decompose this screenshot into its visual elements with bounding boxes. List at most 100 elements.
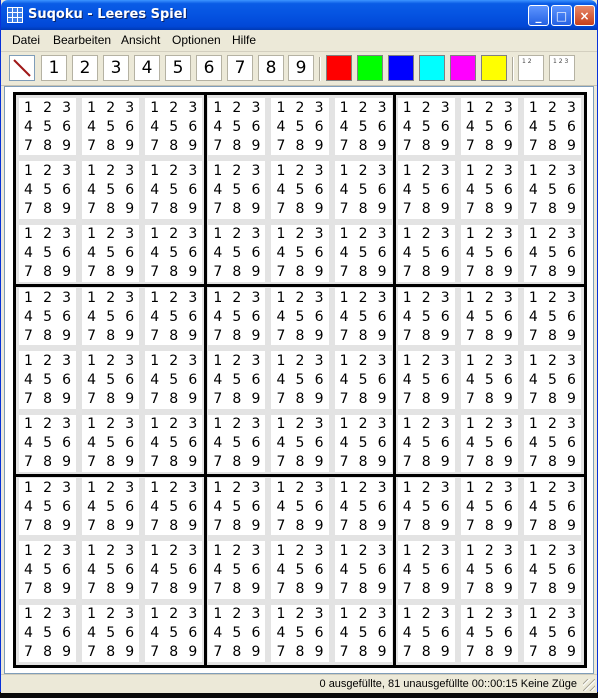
menu-datei[interactable]: Datei [12,33,40,47]
sudoku-cell[interactable]: 123 456 789 [457,538,521,602]
sudoku-cell[interactable]: 123 456 789 [457,95,521,159]
sudoku-cell[interactable]: 123 456 789 [394,158,458,222]
sudoku-cell[interactable]: 123 456 789 [520,95,584,159]
sudoku-cell[interactable]: 123 456 789 [268,221,332,285]
sudoku-cell[interactable]: 123 456 789 [79,221,143,285]
title-bar[interactable]: Suqoku - Leeres Spiel _ □ × [1,0,597,30]
sudoku-cell[interactable]: 123 456 789 [142,285,206,349]
color-cyan-button[interactable] [419,55,445,81]
eraser-slash-icon[interactable] [9,55,35,81]
menu-ansicht[interactable]: Ansicht [121,33,160,47]
minimize-button[interactable]: _ [528,5,549,26]
sudoku-cell[interactable]: 123 456 789 [142,538,206,602]
sudoku-cell[interactable]: 123 456 789 [205,601,269,665]
sudoku-cell[interactable]: 123 456 789 [520,411,584,475]
sudoku-cell[interactable]: 123 456 789 [331,221,395,285]
sudoku-cell[interactable]: 123 456 789 [205,348,269,412]
sudoku-cell[interactable]: 123 456 789 [205,475,269,539]
sudoku-cell[interactable]: 123 456 789 [457,601,521,665]
digit-button-1[interactable]: 1 [41,55,67,81]
sudoku-cell[interactable]: 123 456 789 [457,475,521,539]
sudoku-cell[interactable]: 123 456 789 [268,95,332,159]
sudoku-cell[interactable]: 123 456 789 [142,95,206,159]
sudoku-cell[interactable]: 123 456 789 [16,221,80,285]
sudoku-cell[interactable]: 123 456 789 [16,348,80,412]
digit-button-6[interactable]: 6 [196,55,222,81]
sudoku-cell[interactable]: 123 456 789 [268,538,332,602]
menu-hilfe[interactable]: Hilfe [232,33,256,47]
color-blue-button[interactable] [388,55,414,81]
sudoku-cell[interactable]: 123 456 789 [205,158,269,222]
sudoku-cell[interactable]: 123 456 789 [205,538,269,602]
sudoku-cell[interactable]: 123 456 789 [520,221,584,285]
color-red-button[interactable] [326,55,352,81]
digit-button-8[interactable]: 8 [258,55,284,81]
digit-button-4[interactable]: 4 [134,55,160,81]
sudoku-cell[interactable]: 123 456 789 [520,285,584,349]
sudoku-cell[interactable]: 123 456 789 [142,601,206,665]
sudoku-cell[interactable]: 123 456 789 [457,411,521,475]
sudoku-cell[interactable]: 123 456 789 [142,348,206,412]
sudoku-cell[interactable]: 123 456 789 [457,285,521,349]
sudoku-cell[interactable]: 123 456 789 [142,158,206,222]
sudoku-cell[interactable]: 123 456 789 [394,601,458,665]
resize-grip-icon[interactable] [583,679,595,691]
sudoku-cell[interactable]: 123 456 789 [394,538,458,602]
sudoku-cell[interactable]: 123 456 789 [268,158,332,222]
sudoku-cell[interactable]: 123 456 789 [16,95,80,159]
sudoku-cell[interactable]: 123 456 789 [79,348,143,412]
sudoku-cell[interactable]: 123 456 789 [79,475,143,539]
sudoku-cell[interactable]: 123 456 789 [457,221,521,285]
menu-optionen[interactable]: Optionen [172,33,221,47]
sudoku-cell[interactable]: 123 456 789 [394,221,458,285]
sudoku-cell[interactable]: 123 456 789 [331,411,395,475]
sudoku-cell[interactable]: 123 456 789 [520,601,584,665]
digit-button-3[interactable]: 3 [103,55,129,81]
close-button[interactable]: × [574,5,595,26]
sudoku-cell[interactable]: 123 456 789 [520,538,584,602]
sudoku-grid[interactable]: 1234567891234567891234567891234567891234… [13,92,587,668]
sudoku-cell[interactable]: 123 456 789 [331,95,395,159]
sudoku-cell[interactable]: 123 456 789 [394,285,458,349]
digit-button-5[interactable]: 5 [165,55,191,81]
sudoku-cell[interactable]: 123 456 789 [142,221,206,285]
sudoku-cell[interactable]: 123 456 789 [16,475,80,539]
sudoku-cell[interactable]: 123 456 789 [79,158,143,222]
sudoku-cell[interactable]: 123 456 789 [268,285,332,349]
sudoku-cell[interactable]: 123 456 789 [79,601,143,665]
digit-button-7[interactable]: 7 [227,55,253,81]
sudoku-cell[interactable]: 123 456 789 [394,348,458,412]
digit-button-9[interactable]: 9 [288,55,314,81]
sudoku-cell[interactable]: 123 456 789 [331,158,395,222]
sudoku-cell[interactable]: 123 456 789 [331,475,395,539]
sudoku-cell[interactable]: 123 456 789 [268,601,332,665]
sudoku-cell[interactable]: 123 456 789 [16,601,80,665]
sudoku-cell[interactable]: 123 456 789 [457,158,521,222]
sudoku-cell[interactable]: 123 456 789 [394,95,458,159]
sudoku-cell[interactable]: 123 456 789 [142,411,206,475]
sudoku-cell[interactable]: 123 456 789 [79,95,143,159]
sudoku-cell[interactable]: 123 456 789 [520,158,584,222]
sudoku-cell[interactable]: 123 456 789 [205,221,269,285]
sudoku-cell[interactable]: 123 456 789 [79,538,143,602]
color-yellow-button[interactable] [481,55,507,81]
sudoku-cell[interactable]: 123 456 789 [205,95,269,159]
sudoku-cell[interactable]: 123 456 789 [394,475,458,539]
sudoku-cell[interactable]: 123 456 789 [268,475,332,539]
maximize-button[interactable]: □ [551,5,572,26]
sudoku-cell[interactable]: 123 456 789 [79,411,143,475]
sudoku-cell[interactable]: 123 456 789 [331,285,395,349]
sudoku-cell[interactable]: 123 456 789 [520,475,584,539]
sudoku-cell[interactable]: 123 456 789 [331,348,395,412]
sudoku-cell[interactable]: 123 456 789 [79,285,143,349]
candidate-mode-small-button[interactable]: 1 2 [518,55,544,81]
sudoku-cell[interactable]: 123 456 789 [205,411,269,475]
sudoku-cell[interactable]: 123 456 789 [16,538,80,602]
sudoku-cell[interactable]: 123 456 789 [205,285,269,349]
sudoku-cell[interactable]: 123 456 789 [16,411,80,475]
digit-button-2[interactable]: 2 [72,55,98,81]
sudoku-cell[interactable]: 123 456 789 [394,411,458,475]
sudoku-cell[interactable]: 123 456 789 [520,348,584,412]
color-green-button[interactable] [357,55,383,81]
candidate-mode-large-button[interactable]: 1 2 3 [549,55,575,81]
